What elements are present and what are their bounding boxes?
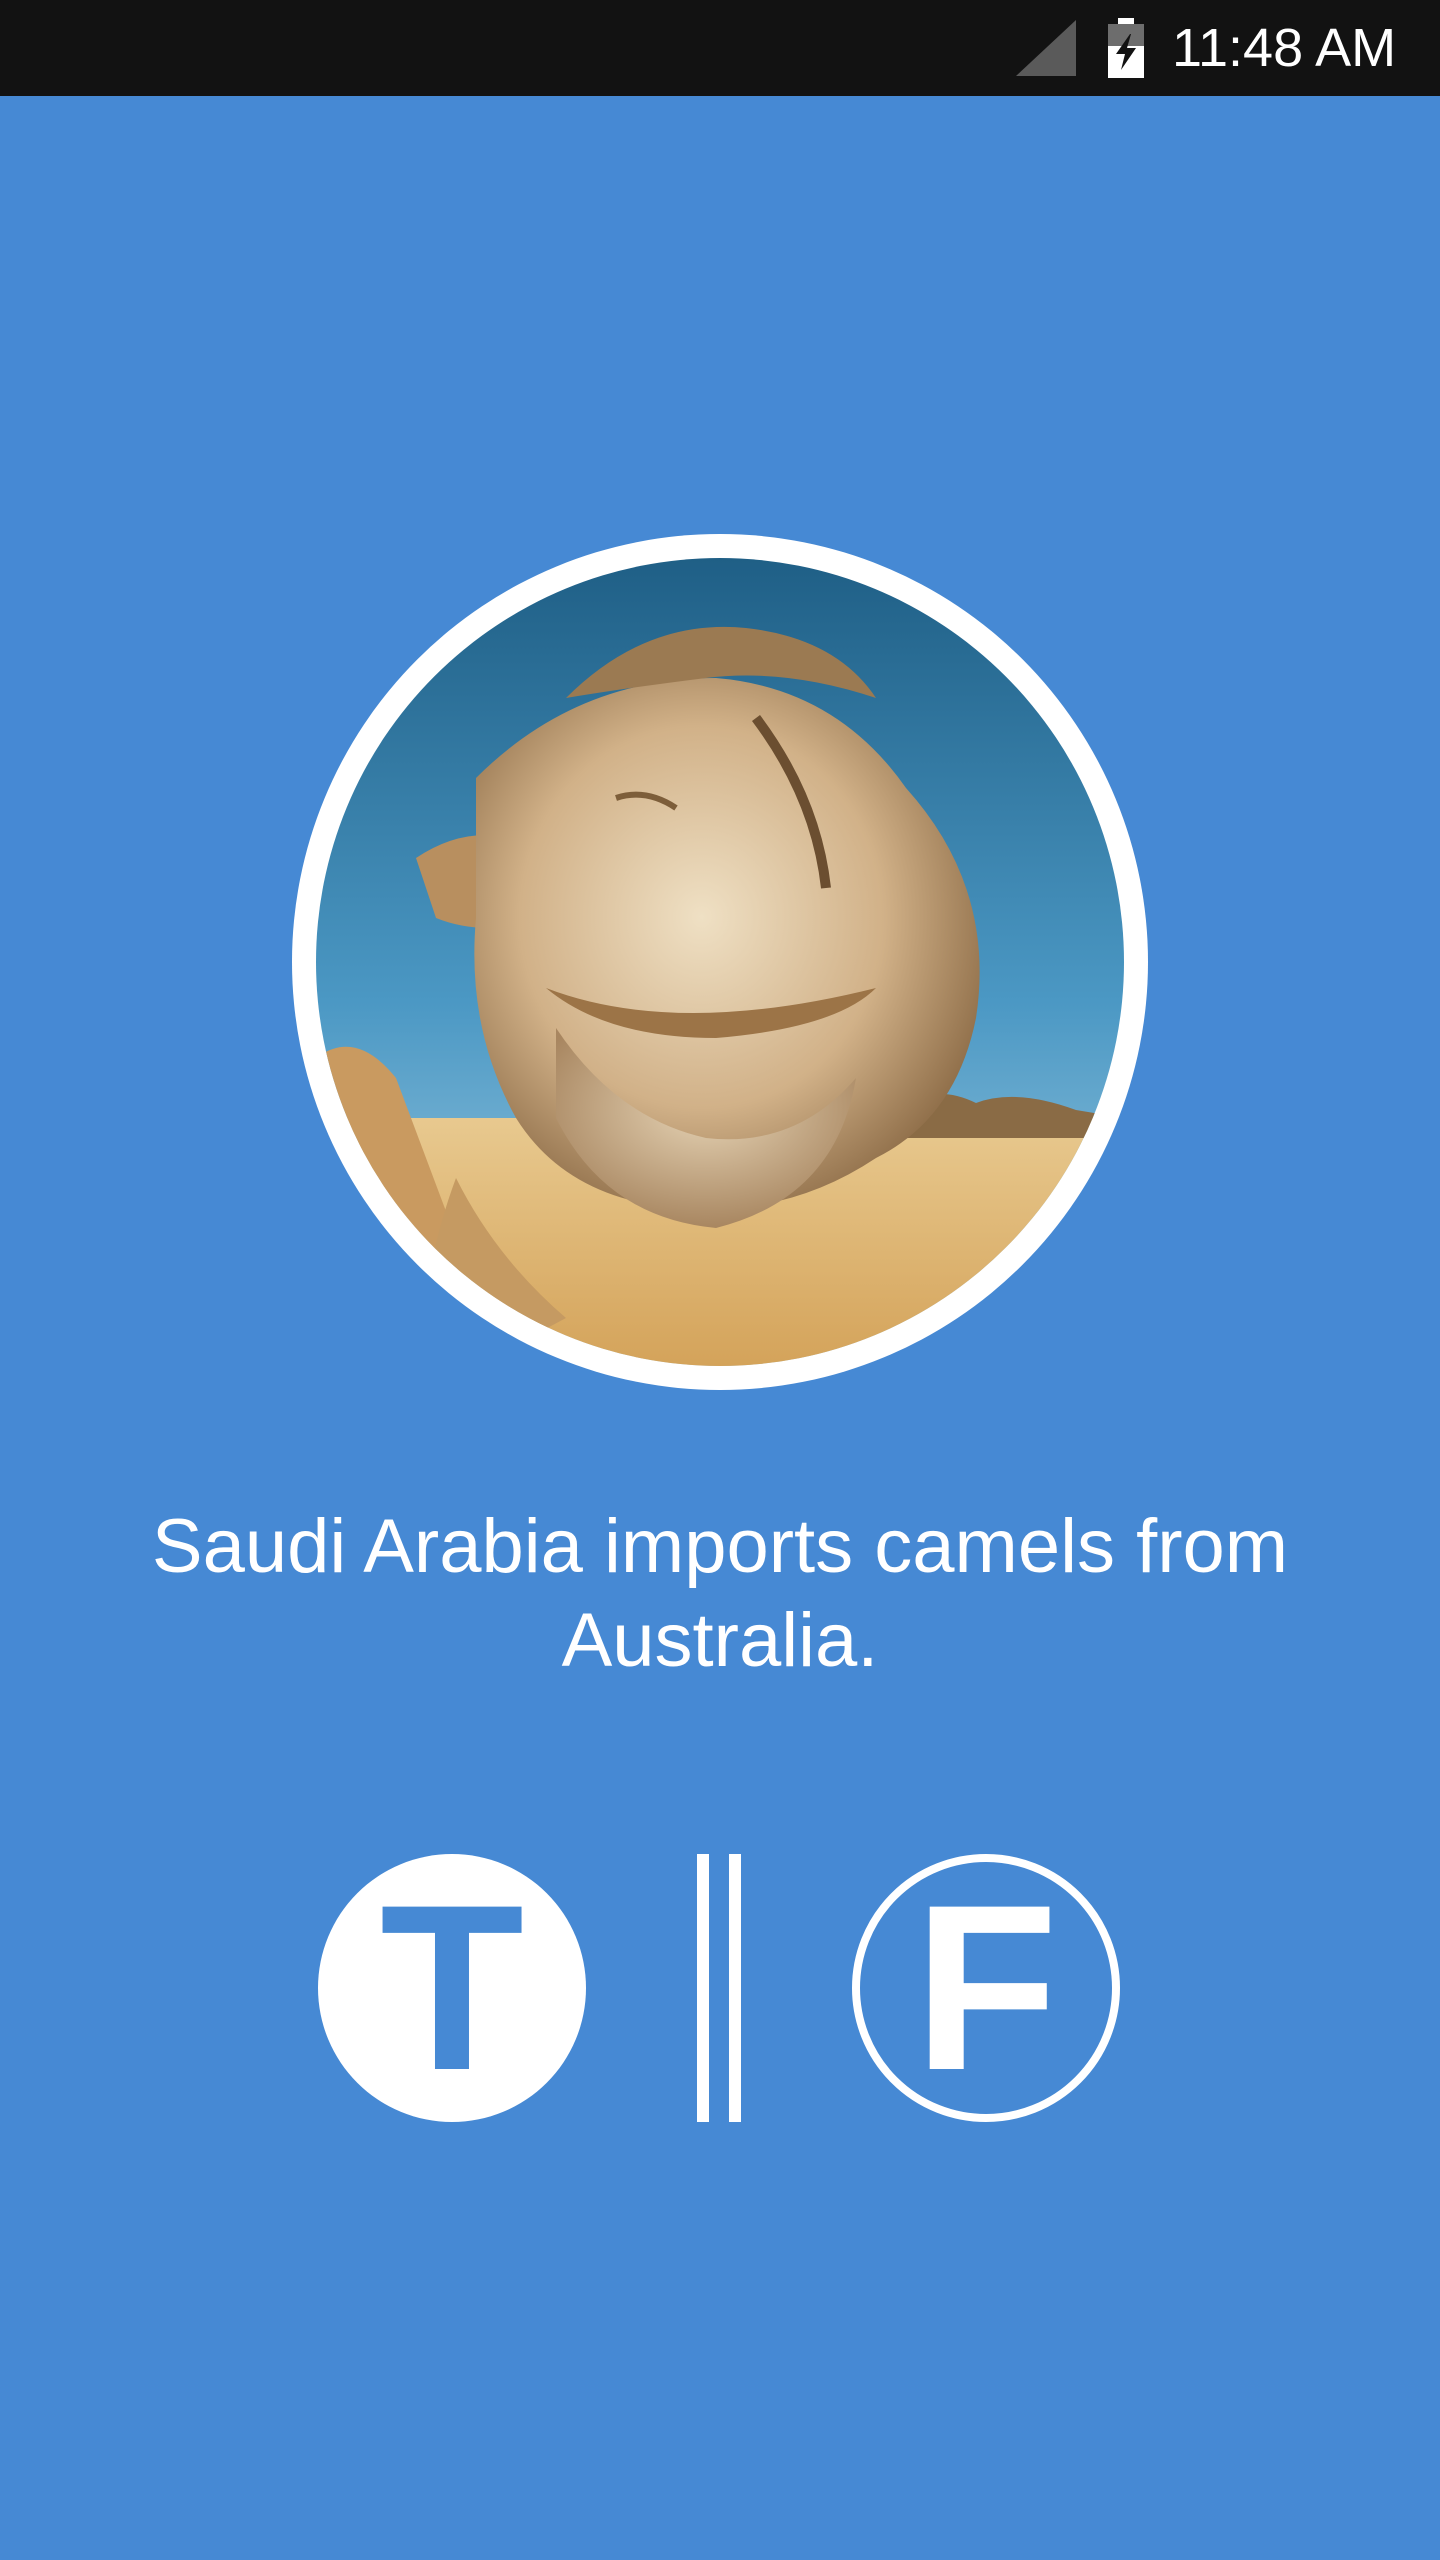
answer-divider [697, 1854, 743, 2122]
true-button-label: T [379, 1856, 525, 2120]
fact-statement: Saudi Arabia imports camels from Austral… [151, 1504, 1289, 1683]
true-button[interactable]: T [318, 1854, 586, 2122]
status-bar: 11:48 AM [0, 0, 1440, 96]
battery-charging-icon [1108, 18, 1144, 78]
camel-photo-frame [292, 534, 1148, 1390]
status-clock: 11:48 AM [1172, 18, 1397, 78]
cell-signal-icon [1016, 20, 1076, 76]
camel-photo [316, 558, 1124, 1366]
divider-bar-right [729, 1854, 741, 2122]
false-button-label: F [913, 1856, 1059, 2120]
false-button[interactable]: F [852, 1854, 1120, 2122]
divider-bar-left [697, 1854, 709, 2122]
